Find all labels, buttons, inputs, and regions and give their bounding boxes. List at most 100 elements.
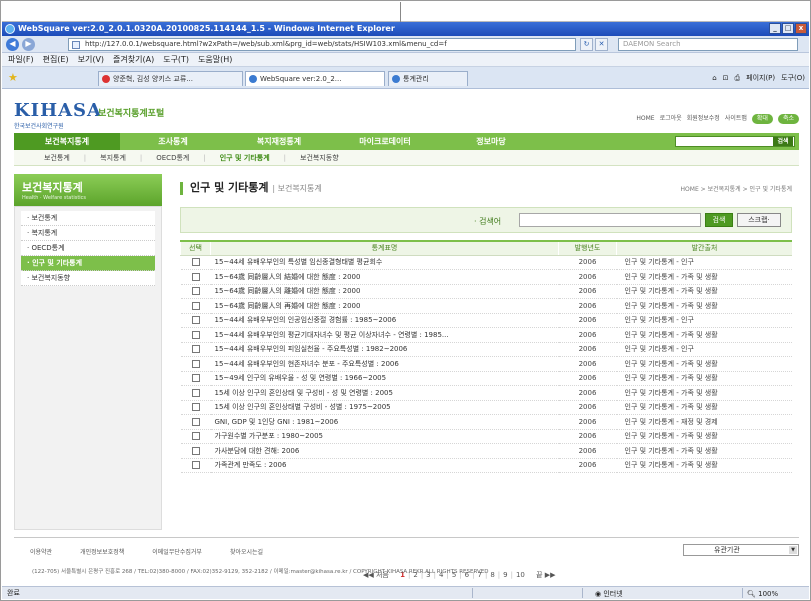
sidebar-item-health[interactable]: · 보건통계 bbox=[21, 211, 155, 226]
table-row[interactable]: 15세 이상 인구의 혼인상태 및 구성비 - 성 및 연령별 : 2005 20… bbox=[180, 385, 792, 401]
minimize-button[interactable]: _ bbox=[769, 23, 781, 34]
sidebar-item-oecd[interactable]: · OECD통계 bbox=[21, 241, 155, 256]
menu-tools[interactable]: 도구(T) bbox=[163, 53, 189, 66]
row-checkbox[interactable] bbox=[191, 374, 200, 383]
link-profile[interactable]: 회원정보수정 bbox=[687, 114, 720, 124]
site-brand[interactable]: KIHASA 한국보건사회연구원 보건복지통계포털 bbox=[14, 100, 164, 130]
row-title[interactable]: 가사분담에 대한 견해: 2006 bbox=[210, 443, 559, 459]
gnb-microdata[interactable]: 마이크로데이터 bbox=[332, 133, 438, 150]
zoom-out-button[interactable]: 축소 bbox=[777, 114, 799, 124]
table-row[interactable]: 15~64歲 同齡層人의 再婚에 대한 態度 : 2000 2006 인구 및 기타… bbox=[180, 298, 792, 314]
col-year[interactable]: 발행년도 bbox=[558, 240, 617, 256]
row-title[interactable]: 가족관계 만족도 : 2006 bbox=[210, 458, 559, 473]
menu-view[interactable]: 보기(V) bbox=[78, 53, 104, 66]
refresh-icon[interactable]: ↻ bbox=[580, 38, 593, 51]
link-home[interactable]: HOME bbox=[636, 114, 654, 124]
lnb-oecd[interactable]: OECD통계 bbox=[156, 150, 189, 165]
print-icon[interactable]: ⎙ bbox=[735, 72, 741, 84]
col-source[interactable]: 발간출처 bbox=[616, 240, 792, 256]
search-input[interactable]: DAEMON Search bbox=[618, 38, 798, 51]
menu-file[interactable]: 파일(F) bbox=[8, 53, 34, 66]
row-title[interactable]: 15~64歲 同齡層人의 再婚에 대한 態度 : 2000 bbox=[210, 298, 559, 314]
row-checkbox[interactable] bbox=[191, 287, 200, 296]
tab-3[interactable]: 통계관리 bbox=[388, 71, 468, 86]
table-row[interactable]: 15~64歲 同齡層人의 結婚에 대한 態度 : 2000 2006 인구 및 기타… bbox=[180, 269, 792, 285]
row-checkbox[interactable] bbox=[191, 461, 200, 470]
row-checkbox[interactable] bbox=[191, 403, 200, 412]
back-icon[interactable]: ◀ bbox=[6, 38, 19, 51]
home-icon[interactable]: ⌂ bbox=[712, 72, 716, 84]
forward-icon[interactable]: ▶ bbox=[22, 38, 35, 51]
footer-email-policy[interactable]: 이메일무단수집거부 bbox=[152, 547, 202, 556]
row-title[interactable]: 15~44세 유배우부인의 인공임신중절 경험률 : 1985~2006 bbox=[210, 313, 559, 328]
table-row[interactable]: 15세 이상 인구의 혼인상태별 구성비 - 성별 : 1975~2005 200… bbox=[180, 400, 792, 415]
menu-favorites[interactable]: 즐겨찾기(A) bbox=[113, 53, 154, 66]
row-title[interactable]: 15세 이상 인구의 혼인상태별 구성비 - 성별 : 1975~2005 bbox=[210, 400, 559, 415]
row-checkbox[interactable] bbox=[191, 432, 200, 441]
table-row[interactable]: 15~64歲 同齡層人의 離婚에 대한 態度 : 2000 2006 인구 및 기타… bbox=[180, 284, 792, 299]
address-bar[interactable]: http://127.0.0.1/websquare.html?w2xPath=… bbox=[68, 38, 576, 51]
zoom-in-button[interactable]: 확대 bbox=[751, 114, 773, 124]
footer-terms[interactable]: 이용약관 bbox=[30, 547, 52, 556]
zoom-level[interactable]: 🔍︎ 100% bbox=[742, 588, 808, 598]
page-menu[interactable]: 페이지(P) bbox=[746, 72, 775, 84]
row-checkbox[interactable] bbox=[191, 301, 200, 310]
gnb-info[interactable]: 정보마당 bbox=[438, 133, 544, 150]
lnb-health[interactable]: 보건통계 bbox=[44, 150, 70, 165]
link-sitemap[interactable]: 사이트맵 bbox=[725, 114, 747, 124]
lnb-population[interactable]: 인구 및 기타통계 bbox=[220, 150, 270, 165]
row-title[interactable]: 15세 이상 인구의 혼인상태 및 구성비 - 성 및 연령별 : 2005 bbox=[210, 385, 559, 401]
menu-edit[interactable]: 편집(E) bbox=[43, 53, 69, 66]
row-checkbox[interactable] bbox=[191, 330, 200, 339]
row-checkbox[interactable] bbox=[191, 359, 200, 368]
row-title[interactable]: 15~44세 유배우부인의 현존자녀수 분포 - 주요특성별 : 2006 bbox=[210, 356, 559, 372]
row-checkbox[interactable] bbox=[191, 388, 200, 397]
menu-help[interactable]: 도움말(H) bbox=[198, 53, 232, 66]
table-row[interactable]: 15~44세 유배우부인의 평균기대자녀수 및 평균 이상자녀수 - 연령별 :… bbox=[180, 327, 792, 343]
row-checkbox[interactable] bbox=[191, 316, 200, 325]
table-row[interactable]: GNI, GDP 및 1인당 GNI : 1981~2006 2006 인구 및 기… bbox=[180, 414, 792, 430]
tools-menu[interactable]: 도구(O) bbox=[781, 72, 805, 84]
sidebar-item-welfare[interactable]: · 복지통계 bbox=[21, 226, 155, 241]
table-row[interactable]: 15~44세 유배우부인의 현존자녀수 분포 - 주요특성별 : 2006 200… bbox=[180, 356, 792, 372]
gnb-search-button[interactable]: 검색 bbox=[773, 137, 793, 146]
row-title[interactable]: 15~44세 유배우부인의 특성별 임신종결형태별 평균회수 bbox=[210, 255, 559, 270]
keyword-input[interactable] bbox=[519, 213, 701, 227]
row-title[interactable]: 가구원수별 가구분포 : 1980~2005 bbox=[210, 429, 559, 444]
footer-directions[interactable]: 찾아오시는길 bbox=[230, 547, 263, 556]
related-sites-select[interactable]: 유관기관 ▼ bbox=[683, 544, 799, 556]
row-checkbox[interactable] bbox=[191, 345, 200, 354]
table-row[interactable]: 가사분담에 대한 견해: 2006 2006 인구 및 기타통계 - 가족 및 생활 bbox=[180, 443, 792, 459]
row-title[interactable]: 15~49세 인구의 유배우율 - 성 및 연령별 : 1966~2005 bbox=[210, 371, 559, 386]
table-row[interactable]: 가족관계 만족도 : 2006 2006 인구 및 기타통계 - 가족 및 생활 bbox=[180, 458, 792, 473]
row-checkbox[interactable] bbox=[191, 417, 200, 426]
footer-privacy[interactable]: 개인정보보호정책 bbox=[80, 547, 124, 556]
row-title[interactable]: GNI, GDP 및 1인당 GNI : 1981~2006 bbox=[210, 414, 559, 430]
favorites-star-icon[interactable]: ★ bbox=[8, 71, 18, 84]
gnb-survey[interactable]: 조사통계 bbox=[120, 133, 226, 150]
row-checkbox[interactable] bbox=[191, 446, 200, 455]
stop-icon[interactable]: ✕ bbox=[595, 38, 608, 51]
link-logout[interactable]: 로그아웃 bbox=[660, 114, 682, 124]
table-row[interactable]: 15~49세 인구의 유배우율 - 성 및 연령별 : 1966~2005 200… bbox=[180, 371, 792, 386]
col-name[interactable]: 통계표명 bbox=[210, 240, 559, 256]
search-button[interactable]: 검색 bbox=[705, 213, 733, 227]
tab-2[interactable]: WebSquare ver:2.0_2... bbox=[245, 71, 385, 86]
sidebar-item-population[interactable]: · 인구 및 기타통계 bbox=[21, 256, 155, 271]
scrap-button[interactable]: 스크랩· bbox=[737, 213, 781, 227]
gnb-health-welfare[interactable]: 보건복지통계 bbox=[14, 133, 120, 150]
row-title[interactable]: 15~44세 유배우부인의 평균기대자녀수 및 평균 이상자녀수 - 연령별 :… bbox=[210, 327, 559, 343]
sidebar-item-trends[interactable]: · 보건복지동향 bbox=[21, 271, 155, 286]
table-row[interactable]: 15~44세 유배우부인의 특성별 임신종결형태별 평균회수 2006 인구 및 기… bbox=[180, 255, 792, 270]
table-row[interactable]: 15~44세 유배우부인의 인공임신중절 경험률 : 1985~2006 2006… bbox=[180, 313, 792, 328]
table-row[interactable]: 가구원수별 가구분포 : 1980~2005 2006 인구 및 기타통계 - 가족… bbox=[180, 429, 792, 444]
maximize-button[interactable]: □ bbox=[782, 23, 794, 34]
close-button[interactable]: x bbox=[795, 23, 807, 34]
tab-1[interactable]: 양준혁, 김성 양키스 교류... bbox=[98, 71, 243, 86]
row-checkbox[interactable] bbox=[191, 272, 200, 281]
row-title[interactable]: 15~64歲 同齡層人의 結婚에 대한 態度 : 2000 bbox=[210, 269, 559, 285]
row-title[interactable]: 15~64歲 同齡層人의 離婚에 대한 態度 : 2000 bbox=[210, 284, 559, 299]
table-row[interactable]: 15~44세 유배우부인의 피임실천율 - 주요특성별 : 1982~2006 2… bbox=[180, 342, 792, 357]
gnb-finance[interactable]: 복지재정통계 bbox=[226, 133, 332, 150]
lnb-welfare[interactable]: 복지통계 bbox=[100, 150, 126, 165]
